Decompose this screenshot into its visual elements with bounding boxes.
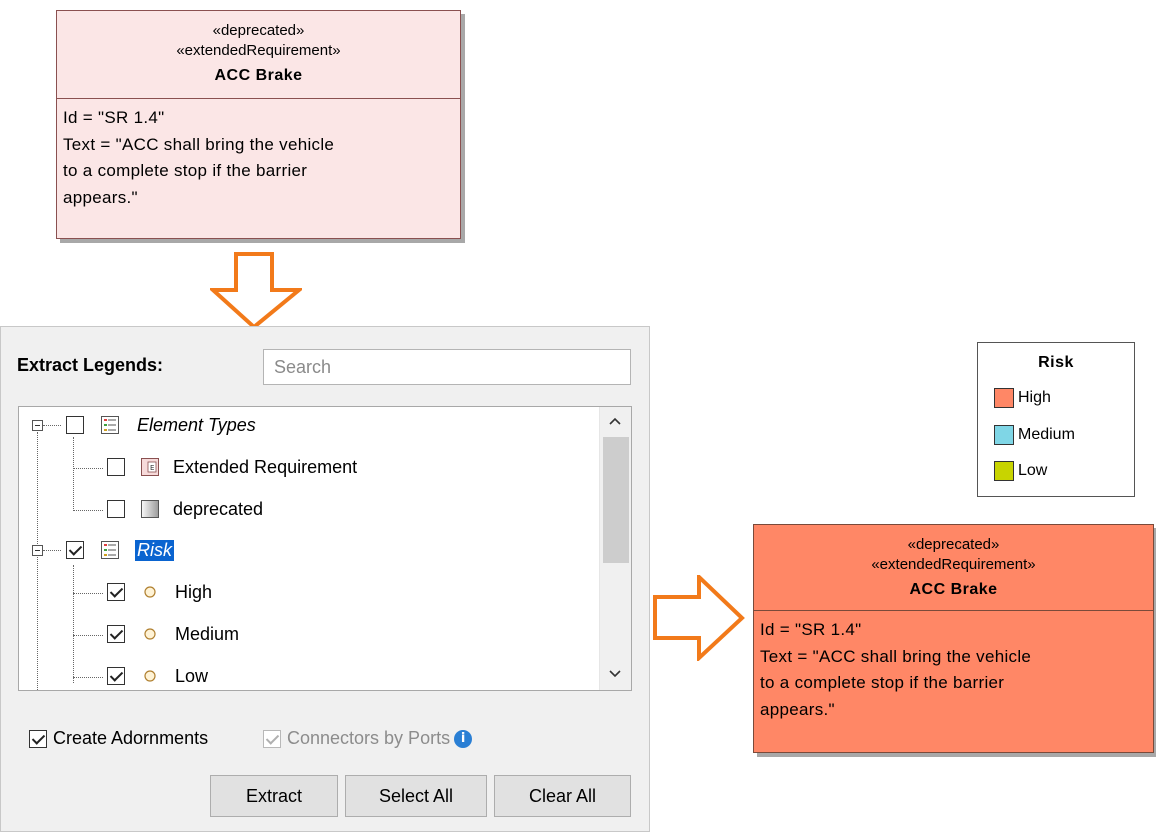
create-adornments-label: Create Adornments <box>53 728 209 748</box>
checkbox[interactable] <box>107 625 125 643</box>
legend-item-medium: Medium <box>994 425 1075 445</box>
requirement-header: «deprecated» «extendedRequirement» ACC B… <box>754 525 1153 611</box>
extract-button[interactable]: Extract <box>210 775 338 817</box>
tree-item-label: deprecated <box>173 498 264 519</box>
connectors-by-ports-label: Connectors by Ports <box>287 728 451 748</box>
tree-guide-line <box>73 437 74 511</box>
checkbox[interactable] <box>107 458 125 476</box>
circle-icon <box>144 670 156 682</box>
chevron-down-icon[interactable] <box>609 670 621 678</box>
legend-tree[interactable]: Element Types E Extended Requirement dep… <box>18 406 632 691</box>
checkbox[interactable] <box>66 416 84 434</box>
requirement-properties: Id = "SR 1.4" Text = "ACC shall bring th… <box>57 99 460 217</box>
requirement-text-line2: to a complete stop if the barrier <box>63 161 308 180</box>
connectors-by-ports-checkbox <box>263 729 281 748</box>
legend-item-low: Low <box>994 461 1047 481</box>
legend-item-high: High <box>994 388 1051 408</box>
tree-item-element-types[interactable]: Element Types <box>66 407 256 445</box>
collapse-toggle[interactable] <box>32 545 43 556</box>
tree-item-medium[interactable]: Medium <box>107 614 239 654</box>
checkbox[interactable] <box>107 583 125 601</box>
select-all-button[interactable]: Select All <box>345 775 487 817</box>
requirement-box-adorned[interactable]: «deprecated» «extendedRequirement» ACC B… <box>753 524 1154 753</box>
circle-icon <box>144 628 156 640</box>
requirement-box-original[interactable]: «deprecated» «extendedRequirement» ACC B… <box>56 10 461 239</box>
legend-item-label: High <box>1018 389 1051 406</box>
tree-guide-line <box>73 677 103 678</box>
down-arrow-icon <box>210 252 302 330</box>
requirement-text-line2: to a complete stop if the barrier <box>760 673 1005 692</box>
requirement-id: Id = "SR 1.4" <box>760 620 862 639</box>
legend-item-label: Medium <box>1018 426 1075 443</box>
create-adornments-option[interactable]: Create Adornments <box>29 728 208 749</box>
stereotype-extended-requirement: «extendedRequirement» <box>871 556 1036 573</box>
requirement-name: ACC Brake <box>909 581 998 598</box>
circle-icon <box>144 586 156 598</box>
legend-item-label: Low <box>1018 462 1048 479</box>
svg-text:E: E <box>150 464 154 472</box>
chevron-up-icon[interactable] <box>609 417 621 425</box>
tree-guide-line <box>43 425 61 426</box>
tree-item-label: Risk <box>135 539 174 561</box>
requirement-text-line3: appears." <box>760 699 835 719</box>
requirement-text-line3: appears." <box>63 187 138 207</box>
requirement-id: Id = "SR 1.4" <box>63 108 165 127</box>
tree-item-risk[interactable]: Risk <box>66 530 174 570</box>
tree-guide-line <box>73 510 103 511</box>
connectors-by-ports-option: Connectors by Ports i <box>263 728 473 749</box>
legend-list-icon <box>101 541 119 559</box>
checkbox[interactable] <box>66 541 84 559</box>
checkbox[interactable] <box>107 667 125 685</box>
requirement-properties: Id = "SR 1.4" Text = "ACC shall bring th… <box>754 611 1153 729</box>
stereotype-deprecated: «deprecated» <box>907 536 1000 553</box>
tree-item-label: Low <box>175 665 209 686</box>
risk-legend[interactable]: Risk High Medium Low <box>977 342 1135 497</box>
gradient-swatch-icon <box>141 500 159 518</box>
legend-swatch <box>994 425 1014 445</box>
legend-title: Risk <box>1038 354 1074 371</box>
stereotype-deprecated: «deprecated» <box>212 22 305 39</box>
legend-swatch <box>994 461 1014 481</box>
tree-item-label: Element Types <box>137 414 256 435</box>
legend-list-icon <box>101 416 119 434</box>
scroll-thumb[interactable] <box>603 437 629 563</box>
tree-guide-line <box>73 593 103 594</box>
tree-item-high[interactable]: High <box>107 572 212 612</box>
tree-guide-line <box>73 468 103 469</box>
tree-item-deprecated[interactable]: deprecated <box>107 489 263 529</box>
tree-guide-line <box>43 550 61 551</box>
requirement-text-line1: Text = "ACC shall bring the vehicle <box>760 646 1032 666</box>
search-input[interactable] <box>263 349 631 385</box>
checkbox[interactable] <box>107 500 125 518</box>
create-adornments-checkbox[interactable] <box>29 729 47 748</box>
info-icon[interactable]: i <box>454 729 473 748</box>
requirement-text-line1: Text = "ACC shall bring the vehicle <box>63 134 335 154</box>
right-arrow-icon <box>653 575 745 661</box>
clear-all-button[interactable]: Clear All <box>494 775 631 817</box>
collapse-toggle[interactable] <box>32 420 43 431</box>
extended-requirement-icon: E <box>141 458 159 476</box>
tree-item-label: Extended Requirement <box>173 456 358 477</box>
extract-legends-panel: Extract Legends: Element Types <box>0 326 650 832</box>
tree-guide-line <box>73 635 103 636</box>
tree-item-label: Medium <box>175 623 240 644</box>
tree-guide-line <box>73 565 74 683</box>
stereotype-extended-requirement: «extendedRequirement» <box>176 42 341 59</box>
legend-swatch <box>994 388 1014 408</box>
requirement-header: «deprecated» «extendedRequirement» ACC B… <box>57 11 460 99</box>
panel-title: Extract Legends: <box>17 355 164 375</box>
tree-guide-line <box>37 432 38 690</box>
requirement-name: ACC Brake <box>214 67 303 84</box>
tree-item-low[interactable]: Low <box>107 656 209 690</box>
tree-item-extended-requirement[interactable]: E Extended Requirement <box>107 447 357 487</box>
tree-item-label: High <box>175 581 213 602</box>
tree-scrollbar[interactable] <box>599 407 631 690</box>
